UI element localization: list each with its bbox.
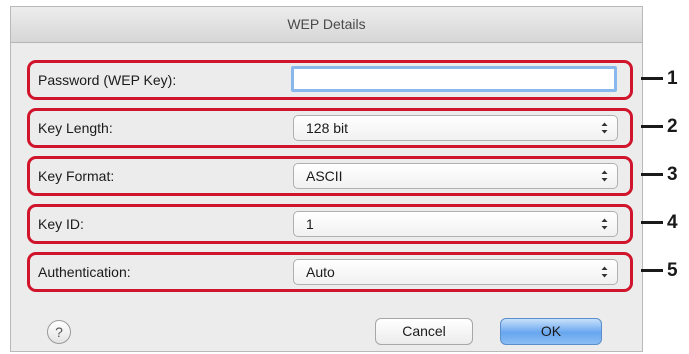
callout-line-4 xyxy=(641,221,663,224)
key-format-select[interactable]: ASCII xyxy=(293,163,618,189)
key-id-row: Key ID: 1 xyxy=(27,204,633,244)
callout-line-1 xyxy=(641,77,663,80)
authentication-label: Authentication: xyxy=(38,264,131,280)
wep-key-input[interactable] xyxy=(291,66,617,92)
callout-number-5: 5 xyxy=(667,260,678,281)
cancel-button[interactable]: Cancel xyxy=(375,318,473,345)
chevron-updown-icon xyxy=(601,266,608,278)
key-id-value: 1 xyxy=(306,216,314,232)
key-id-select[interactable]: 1 xyxy=(293,211,618,237)
authentication-row: Authentication: Auto xyxy=(27,252,633,292)
key-length-label: Key Length: xyxy=(38,120,113,136)
help-button[interactable]: ? xyxy=(47,320,71,344)
key-format-value: ASCII xyxy=(306,168,343,184)
authentication-value: Auto xyxy=(306,264,335,280)
password-label: Password (WEP Key): xyxy=(38,72,177,88)
authentication-select[interactable]: Auto xyxy=(293,259,618,285)
callout-number-4: 4 xyxy=(667,212,678,233)
key-length-select[interactable]: 128 bit xyxy=(293,115,618,141)
password-row: Password (WEP Key): xyxy=(27,60,633,100)
callout-line-5 xyxy=(641,269,663,272)
callout-line-3 xyxy=(641,173,663,176)
key-length-value: 128 bit xyxy=(306,120,349,136)
key-format-row: Key Format: ASCII xyxy=(27,156,633,196)
key-length-row: Key Length: 128 bit xyxy=(27,108,633,148)
key-format-label: Key Format: xyxy=(38,168,115,184)
callout-line-2 xyxy=(641,125,663,128)
chevron-updown-icon xyxy=(601,122,608,134)
wep-details-dialog: WEP Details Password (WEP Key): Key Leng… xyxy=(10,6,643,352)
callout-number-2: 2 xyxy=(667,116,678,137)
dialog-title: WEP Details xyxy=(11,7,642,43)
ok-button[interactable]: OK xyxy=(500,318,602,345)
callout-number-3: 3 xyxy=(667,164,678,185)
chevron-updown-icon xyxy=(601,170,608,182)
callout-number-1: 1 xyxy=(667,68,678,89)
key-id-label: Key ID: xyxy=(38,216,84,232)
chevron-updown-icon xyxy=(601,218,608,230)
